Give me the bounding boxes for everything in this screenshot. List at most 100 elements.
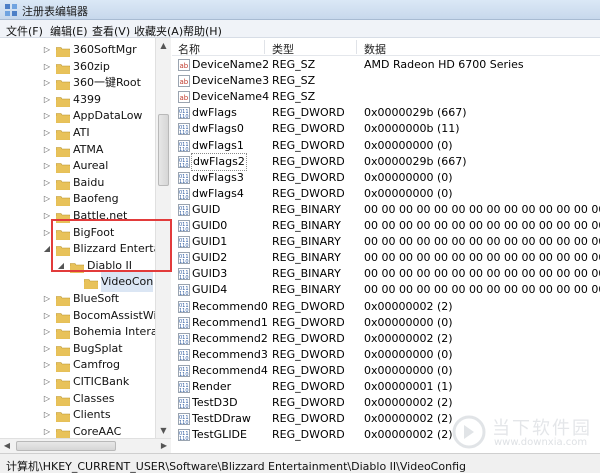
menu-file[interactable]: 文件(F) bbox=[6, 23, 43, 39]
menu-help[interactable]: 帮助(H) bbox=[183, 23, 222, 39]
value-name: dwFlags0 bbox=[192, 122, 244, 136]
column-divider[interactable] bbox=[356, 40, 357, 54]
value-name: GUID bbox=[192, 202, 221, 216]
value-type: REG_DWORD bbox=[272, 363, 345, 377]
value-row[interactable]: 011 110 Recommend3 REG_DWORD 0x00000000 (0) bbox=[172, 347, 600, 363]
folder-icon bbox=[55, 393, 71, 406]
value-row[interactable]: 011 110 GUID3 REG_BINARY 00 00 00 00 00 00 0… bbox=[172, 266, 600, 282]
value-row[interactable]: 011 110 Recommend0 REG_DWORD 0x00000002 (2) bbox=[172, 299, 600, 315]
menu-edit[interactable]: 编辑(E) bbox=[50, 23, 88, 39]
svg-text:110: 110 bbox=[179, 275, 189, 280]
menu-view[interactable]: 查看(V) bbox=[92, 23, 130, 39]
binary-value-icon: 011 110 bbox=[178, 300, 190, 314]
value-row[interactable]: ab DeviceName2 REG_SZ AMD Radeon HD 6700 Se… bbox=[172, 57, 600, 73]
registry-editor-icon bbox=[5, 4, 17, 16]
scroll-left-icon[interactable]: ◀ bbox=[0, 439, 14, 453]
value-data: 0x00000002 (2) bbox=[364, 396, 453, 410]
value-row[interactable]: 011 110 Recommend2 REG_DWORD 0x00000002 (2) bbox=[172, 331, 600, 347]
svg-text:110: 110 bbox=[179, 372, 189, 377]
value-name: Recommend4 bbox=[192, 363, 268, 377]
binary-value-icon: 011 110 bbox=[178, 203, 190, 217]
svg-text:110: 110 bbox=[179, 404, 189, 409]
svg-text:110: 110 bbox=[179, 324, 189, 329]
value-data: 0x00000002 (2) bbox=[364, 299, 453, 313]
value-row[interactable]: 011 110 Recommend4 REG_DWORD 0x00000000 (0) bbox=[172, 363, 600, 379]
tree-horizontal-scrollbar[interactable]: ◀ ▶ bbox=[0, 438, 171, 453]
watermark: 当下软件园 www.downxia.com bbox=[452, 411, 598, 453]
column-header-data[interactable]: 数据 bbox=[364, 41, 386, 57]
window-title: 注册表编辑器 bbox=[22, 5, 88, 18]
binary-value-icon: 011 110 bbox=[178, 155, 190, 169]
hscroll-thumb[interactable] bbox=[16, 441, 116, 451]
value-row[interactable]: 011 110 dwFlags0 REG_DWORD 0x0000000b (11) bbox=[172, 121, 600, 137]
value-row[interactable]: 011 110 Recommend1 REG_DWORD 0x00000000 (0) bbox=[172, 315, 600, 331]
value-name: Recommend1 bbox=[192, 315, 268, 329]
registry-tree[interactable]: ▷ 360SoftMgr ▷ 360zip ▷ 360一键Root ▷ 4399 ▷ AppDat… bbox=[0, 38, 171, 453]
svg-text:110: 110 bbox=[179, 436, 189, 441]
binary-value-icon: 011 110 bbox=[178, 187, 190, 201]
binary-value-icon: 011 110 bbox=[178, 413, 190, 426]
value-data: 0x0000029b (667) bbox=[364, 154, 467, 168]
menu-bar: 文件(F) 编辑(E) 查看(V) 收藏夹(A) 帮助(H) bbox=[0, 20, 600, 38]
folder-icon bbox=[55, 160, 71, 174]
value-data: 00 00 00 00 00 00 00 00 00 00 00 00 00 0… bbox=[364, 267, 600, 281]
folder-icon bbox=[55, 77, 71, 91]
binary-value-icon: 011 110 bbox=[178, 220, 190, 233]
value-row[interactable]: 011 110 dwFlags2 REG_DWORD 0x0000029b (667) bbox=[172, 152, 600, 171]
value-row[interactable]: 011 110 GUID1 REG_BINARY 00 00 00 00 00 00 0… bbox=[172, 234, 600, 250]
value-name: dwFlags bbox=[192, 106, 237, 120]
value-type: REG_DWORD bbox=[272, 106, 345, 120]
column-header-name[interactable]: 名称 bbox=[178, 41, 200, 57]
folder-icon bbox=[55, 293, 71, 307]
folder-icon bbox=[55, 177, 71, 191]
value-row[interactable]: 011 110 dwFlags4 REG_DWORD 0x00000000 (0) bbox=[172, 186, 600, 202]
value-type: REG_DWORD bbox=[272, 380, 345, 393]
value-row[interactable]: 011 110 GUID4 REG_BINARY 00 00 00 00 00 00 0… bbox=[172, 282, 600, 298]
binary-value-icon: 011 110 bbox=[178, 397, 190, 410]
svg-text:110: 110 bbox=[179, 291, 189, 296]
value-row[interactable]: ab DeviceName4 REG_SZ bbox=[172, 89, 600, 105]
value-type: REG_DWORD bbox=[272, 331, 345, 345]
value-row[interactable]: 011 110 GUID0 REG_BINARY 00 00 00 00 00 00 0… bbox=[172, 218, 600, 234]
value-type: REG_DWORD bbox=[272, 315, 345, 329]
scroll-right-icon[interactable]: ▶ bbox=[157, 439, 171, 453]
binary-value-icon: 011 110 bbox=[178, 429, 190, 442]
status-path: 计算机\HKEY_CURRENT_USER\Software\Blizzard … bbox=[6, 460, 466, 473]
tree-vertical-scrollbar[interactable]: ▲ ▼ bbox=[155, 38, 171, 438]
value-name: Recommend0 bbox=[192, 299, 268, 313]
value-type: REG_BINARY bbox=[272, 267, 341, 281]
svg-text:110: 110 bbox=[179, 356, 189, 361]
folder-icon bbox=[55, 326, 71, 340]
value-row[interactable]: 011 110 Render REG_DWORD 0x00000001 (1) bbox=[172, 379, 600, 395]
value-row[interactable]: 011 110 dwFlags REG_DWORD 0x0000029b (667) bbox=[172, 105, 600, 121]
folder-icon bbox=[55, 227, 71, 240]
folder-icon bbox=[55, 94, 71, 108]
value-data: 0x00000000 (0) bbox=[364, 186, 453, 200]
value-type: REG_BINARY bbox=[272, 251, 341, 265]
value-row[interactable]: 011 110 TestD3D REG_DWORD 0x00000002 (2) bbox=[172, 395, 600, 411]
value-data: 00 00 00 00 00 00 00 00 00 00 00 00 00 0… bbox=[364, 251, 600, 265]
value-data: 0x00000000 (0) bbox=[364, 363, 453, 377]
value-row[interactable]: 011 110 GUID REG_BINARY 00 00 00 00 00 00 00… bbox=[172, 202, 600, 218]
column-header-type[interactable]: 类型 bbox=[272, 41, 294, 57]
value-data: 0x00000000 (0) bbox=[364, 347, 453, 361]
value-data: 0x00000000 (0) bbox=[364, 315, 453, 329]
value-type: REG_DWORD bbox=[272, 347, 345, 361]
scroll-up-icon[interactable]: ▲ bbox=[156, 38, 171, 53]
column-divider[interactable] bbox=[264, 40, 265, 54]
string-value-icon: ab bbox=[178, 75, 190, 88]
value-row[interactable]: 011 110 GUID2 REG_BINARY 00 00 00 00 00 00 0… bbox=[172, 250, 600, 266]
scroll-thumb[interactable] bbox=[158, 114, 169, 186]
folder-icon bbox=[83, 276, 99, 290]
value-data: 0x00000000 (0) bbox=[364, 138, 453, 152]
value-row[interactable]: ab DeviceName3 REG_SZ bbox=[172, 73, 600, 89]
svg-text:110: 110 bbox=[179, 211, 189, 216]
watermark-logo-icon bbox=[452, 415, 486, 449]
value-row[interactable]: 011 110 dwFlags1 REG_DWORD 0x00000000 (0) bbox=[172, 138, 600, 154]
list-header: 名称 类型 数据 bbox=[172, 38, 600, 56]
value-type: REG_BINARY bbox=[272, 202, 341, 216]
menu-favorites[interactable]: 收藏夹(A) bbox=[134, 23, 183, 39]
value-row[interactable]: 011 110 dwFlags3 REG_DWORD 0x00000000 (0) bbox=[172, 170, 600, 186]
scroll-down-icon[interactable]: ▼ bbox=[156, 423, 171, 438]
value-type: REG_DWORD bbox=[272, 396, 345, 410]
